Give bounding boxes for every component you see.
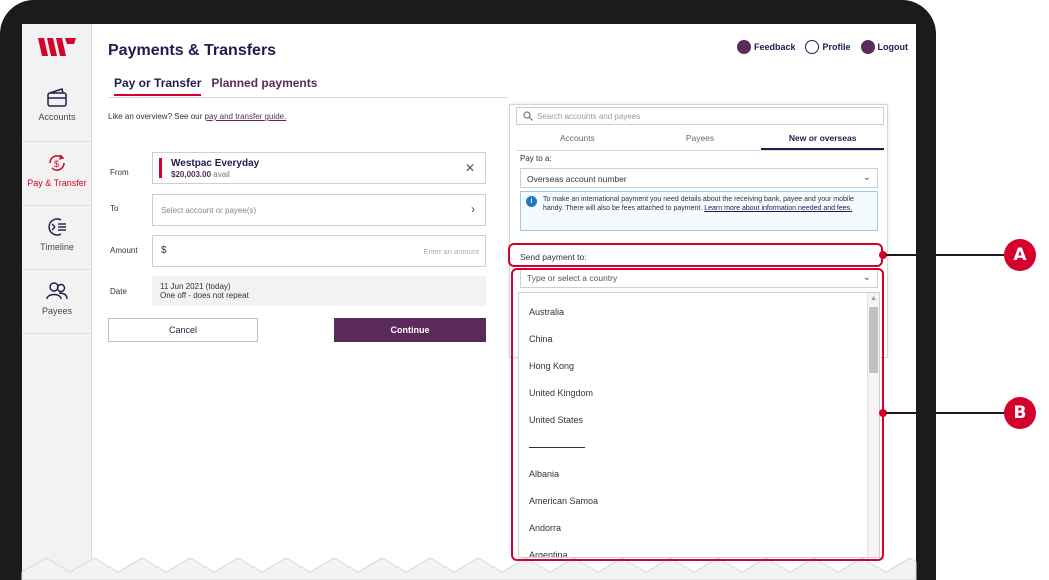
sidebar-item-pay-transfer[interactable]: $ Pay & Transfer [22, 142, 92, 206]
top-links: Feedback Profile Logout [736, 40, 909, 54]
tab-payees[interactable]: Payees [639, 129, 762, 150]
clear-icon[interactable]: ✕ [465, 161, 475, 175]
pay-to-select[interactable]: Overseas account number ⌄ [520, 168, 878, 188]
callout-b-highlight [511, 268, 884, 561]
to-placeholder: Select account or payee(s) [161, 206, 257, 215]
sidebar-item-label: Accounts [38, 112, 76, 122]
account-color-bar [159, 158, 162, 178]
sidebar-item-label: Timeline [40, 242, 74, 252]
wallet-icon [47, 88, 67, 107]
callout-a-highlight [508, 243, 883, 267]
tab-planned-payments[interactable]: Planned payments [211, 76, 317, 96]
available-amount: $20,003.00 [171, 170, 212, 179]
logout-label: Logout [877, 42, 909, 52]
main-tabs: Pay or Transfer Planned payments [114, 76, 317, 96]
sidebar-item-timeline[interactable]: Timeline [22, 206, 92, 270]
amount-label: Amount [110, 246, 138, 255]
callout-b-line [886, 412, 1006, 414]
sidebar-item-label: Payees [41, 306, 73, 316]
date-recurrence: One off - does not repeat [160, 291, 249, 300]
to-payee-field[interactable]: Select account or payee(s) › [152, 194, 486, 226]
panel-tabs: Accounts Payees New or overseas [516, 129, 885, 151]
overview-text: Like an overview? See our pay and transf… [108, 112, 286, 121]
pay-to-label: Pay to a: [520, 154, 552, 163]
search-input[interactable]: Search accounts and payees [516, 107, 884, 125]
overview-label: Like an overview? See our [108, 112, 205, 121]
from-account-available: $20,003.00 avail [171, 170, 230, 179]
date-field[interactable]: 11 Jun 2021 (today) One off - does not r… [152, 276, 486, 306]
timeline-icon [48, 218, 66, 236]
svg-text:$: $ [54, 159, 59, 169]
chevron-down-icon: ⌄ [862, 172, 871, 183]
feedback-label: Feedback [753, 42, 796, 52]
profile-label: Profile [822, 42, 851, 52]
page-title: Payments & Transfers [108, 42, 277, 59]
profile-link[interactable]: Profile [805, 40, 851, 54]
dollar-sign: $ [161, 245, 167, 256]
lock-icon [860, 40, 875, 54]
from-account-name: Westpac Everyday [171, 158, 260, 169]
date-value: 11 Jun 2021 (today) [160, 282, 231, 291]
callout-a-badge: A [1004, 239, 1036, 271]
available-suffix: avail [211, 170, 230, 179]
feedback-link[interactable]: Feedback [736, 40, 796, 54]
tab-pay-or-transfer[interactable]: Pay or Transfer [114, 76, 202, 96]
date-label: Date [110, 287, 127, 296]
sidebar-item-payees[interactable]: Payees [22, 270, 92, 334]
search-placeholder: Search accounts and payees [537, 111, 641, 121]
sidebar-item-label: Pay & Transfer [27, 178, 87, 188]
feedback-icon [736, 40, 751, 54]
to-label: To [110, 204, 119, 213]
pay-transfer-icon: $ [49, 154, 65, 171]
info-icon: i [526, 196, 537, 207]
chevron-right-icon: › [471, 202, 475, 216]
amount-placeholder: Enter an amount [423, 247, 479, 256]
from-label: From [110, 168, 129, 177]
from-account-field[interactable]: Westpac Everyday $20,003.00 avail ✕ [152, 152, 486, 184]
info-notice: i To make an international payment you n… [520, 191, 878, 231]
tab-accounts[interactable]: Accounts [516, 129, 639, 150]
search-icon [523, 111, 533, 121]
learn-more-link[interactable]: Learn more about information needed and … [704, 205, 852, 212]
tabs-divider [108, 97, 508, 98]
cancel-button[interactable]: Cancel [108, 318, 258, 342]
sidebar-item-accounts[interactable]: Accounts [22, 78, 92, 142]
callout-a-line [886, 254, 1006, 256]
profile-icon [805, 40, 820, 54]
pay-to-value: Overseas account number [527, 174, 627, 184]
tab-new-or-overseas[interactable]: New or overseas [761, 129, 885, 150]
westpac-logo [38, 38, 76, 56]
sidebar: Accounts $ Pay & Transfer Timeline Payee… [22, 24, 92, 580]
callout-b-badge: B [1004, 397, 1036, 429]
continue-button[interactable]: Continue [334, 318, 486, 342]
payees-icon [46, 282, 68, 300]
pay-transfer-guide-link[interactable]: pay and transfer guide. [205, 112, 287, 121]
amount-input[interactable]: $ Enter an amount [152, 235, 486, 267]
logout-link[interactable]: Logout [860, 40, 909, 54]
